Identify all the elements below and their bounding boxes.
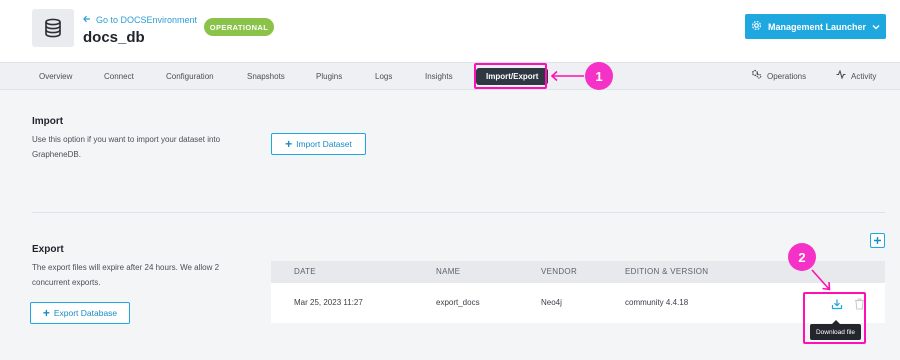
import-dataset-label: Import Dataset <box>296 139 352 149</box>
import-description: Use this option if you want to import yo… <box>32 135 221 159</box>
cell-name: export_docs <box>436 298 480 307</box>
gears-icon <box>751 63 762 91</box>
export-description: The export files will expire after 24 ho… <box>32 263 220 287</box>
tab-configuration[interactable]: Configuration <box>166 63 214 91</box>
tab-plugins[interactable]: Plugins <box>316 63 342 91</box>
launcher-label: Management Launcher <box>767 21 867 32</box>
add-export-button[interactable] <box>870 233 885 248</box>
tab-logs[interactable]: Logs <box>375 63 392 91</box>
callout-arrow-2 <box>811 269 831 291</box>
tab-snapshots[interactable]: Snapshots <box>247 63 285 91</box>
callout-arrow-1 <box>550 70 584 82</box>
tab-insights[interactable]: Insights <box>425 63 453 91</box>
column-header-edition: EDITION & VERSION <box>625 267 709 276</box>
status-badge: OPERATIONAL <box>204 18 274 36</box>
database-icon <box>32 9 74 47</box>
tab-connect[interactable]: Connect <box>104 63 134 91</box>
highlight-box-import-export <box>474 63 547 89</box>
export-title: Export <box>32 244 64 255</box>
back-to-environment-link[interactable]: Go to DOCSEnvironment <box>83 15 197 25</box>
cell-date: Mar 25, 2023 11:27 <box>294 298 363 307</box>
tab-bar: Overview Connect Configuration Snapshots… <box>0 62 900 90</box>
cell-edition: community 4.4.18 <box>625 298 689 307</box>
callout-badge-1: 1 <box>585 62 613 90</box>
import-dataset-button[interactable]: + Import Dataset <box>271 133 366 155</box>
cell-vendor: Neo4j <box>541 298 562 307</box>
column-header-date: DATE <box>294 267 316 276</box>
tab-operations[interactable]: Operations <box>751 63 806 91</box>
export-database-button[interactable]: + Export Database <box>30 302 130 324</box>
activity-label: Activity <box>851 72 877 81</box>
import-title: Import <box>32 116 64 127</box>
plus-icon <box>874 237 881 244</box>
download-tooltip: Download file <box>810 320 861 340</box>
chevron-down-icon <box>872 22 880 32</box>
arrow-left-icon <box>83 15 91 25</box>
column-header-vendor: VENDOR <box>541 267 578 276</box>
column-header-name: NAME <box>436 267 461 276</box>
table-row: Mar 25, 2023 11:27 export_docs Neo4j com… <box>271 283 885 323</box>
plus-icon: + <box>42 306 50 320</box>
operations-label: Operations <box>767 72 807 81</box>
management-launcher-button[interactable]: Management Launcher <box>745 14 886 39</box>
database-name: docs_db <box>83 29 145 46</box>
section-divider <box>32 212 885 213</box>
page-header: Go to DOCSEnvironment docs_db OPERATIONA… <box>0 0 900 62</box>
gear-icon <box>751 20 762 33</box>
activity-icon <box>836 63 846 91</box>
export-database-label: Export Database <box>53 308 118 318</box>
tab-activity[interactable]: Activity <box>836 63 876 91</box>
plus-icon: + <box>285 137 293 151</box>
tab-overview[interactable]: Overview <box>39 63 72 91</box>
callout-badge-2: 2 <box>788 243 816 271</box>
back-link-label: Go to DOCSEnvironment <box>96 15 198 25</box>
